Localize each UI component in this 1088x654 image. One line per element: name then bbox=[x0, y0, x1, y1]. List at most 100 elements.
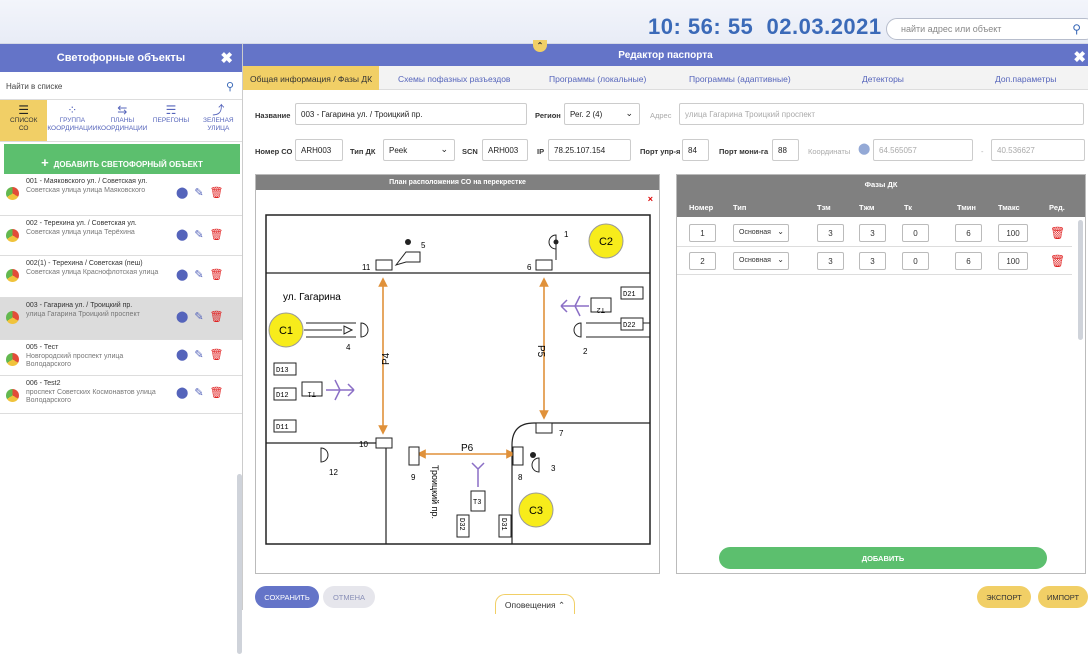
tmin-field[interactable]: 6 bbox=[955, 224, 982, 242]
location-pin-icon[interactable]: ⬤ bbox=[176, 348, 188, 361]
plan-frame bbox=[265, 214, 651, 545]
phase-type-select[interactable]: Основная ⌄ bbox=[733, 224, 789, 242]
edit-icon[interactable]: ✎ bbox=[194, 348, 203, 361]
list-item[interactable]: 006 - Test2 проспект Советских Космонавто… bbox=[0, 376, 242, 414]
trash-icon[interactable]: 🗑 bbox=[210, 268, 224, 281]
tzm-field[interactable]: 3 bbox=[817, 252, 844, 270]
tab-extra-params[interactable]: Доп.параметры bbox=[995, 66, 1056, 90]
tab-phase-schemes[interactable]: Схемы пофазных разъездов bbox=[398, 66, 510, 90]
address-label: Адрес bbox=[650, 111, 672, 120]
street-label-gagarina: ул. Гагарина bbox=[283, 292, 341, 303]
address-field[interactable]: улица Гагарина Троицкий проспект bbox=[679, 103, 1084, 125]
status-dot bbox=[6, 389, 19, 402]
location-pin-icon[interactable]: ⬤ bbox=[176, 268, 188, 281]
location-pin-icon[interactable]: ⬤ bbox=[176, 310, 188, 323]
close-editor-icon[interactable]: ✖ bbox=[1073, 48, 1086, 66]
longitude-field[interactable]: 40.536627 bbox=[991, 139, 1085, 161]
port-mon-field[interactable]: 88 bbox=[772, 139, 799, 161]
tmax-field[interactable]: 100 bbox=[998, 252, 1028, 270]
tk-field[interactable]: 0 bbox=[902, 252, 929, 270]
import-button[interactable]: ИМПОРТ bbox=[1038, 586, 1088, 608]
tab-label: СПИСОК bbox=[9, 117, 38, 124]
search-icon[interactable]: ⚲ bbox=[226, 80, 234, 93]
edit-icon[interactable]: ✎ bbox=[194, 310, 203, 323]
name-field[interactable]: 003 - Гагарина ул. / Троицкий пр. bbox=[295, 103, 527, 125]
edit-icon[interactable]: ✎ bbox=[194, 386, 203, 399]
notifications-tab[interactable]: Оповещения ⌃ bbox=[495, 594, 575, 614]
detector-label: D21 bbox=[623, 291, 636, 299]
intersection-plan: C1 C2 C3 ул. Гагарина Троицкий пр. P4 P5… bbox=[265, 214, 651, 545]
tmin-field[interactable]: 6 bbox=[955, 252, 982, 270]
tmax-field[interactable]: 100 bbox=[998, 224, 1028, 242]
number-field[interactable]: ARH003 bbox=[295, 139, 343, 161]
phase-type-select[interactable]: Основная ⌄ bbox=[733, 252, 789, 270]
list-item-subtitle: проспект Советских Космонавтов улица Вол… bbox=[26, 388, 156, 405]
type-label: Тип ДК bbox=[350, 147, 376, 156]
sidebar-scrollbar[interactable] bbox=[237, 474, 242, 654]
list-icon: ☰ bbox=[18, 103, 30, 117]
tzm-field[interactable]: 3 bbox=[817, 224, 844, 242]
location-pin-icon[interactable]: ⬤ bbox=[176, 386, 188, 399]
list-item-subtitle: Советская улица улица Терёхина bbox=[26, 228, 135, 236]
tab-segments[interactable]: ☴ ПЕРЕГОНЫ bbox=[147, 100, 194, 141]
add-traffic-object-button[interactable]: + ДОБАВИТЬ СВЕТОФОРНЫЙ ОБЪЕКТ bbox=[4, 144, 240, 174]
region-select[interactable]: Рег. 2 (4) ⌄ bbox=[564, 103, 640, 125]
tk-field[interactable]: 0 bbox=[902, 224, 929, 242]
port-ctrl-field[interactable]: 84 bbox=[682, 139, 709, 161]
latitude-field[interactable]: 64.565057 bbox=[873, 139, 973, 161]
location-pin-icon[interactable]: ⬤ bbox=[176, 228, 188, 241]
tab-programs-local[interactable]: Программы (локальные) bbox=[549, 66, 646, 90]
tab-coordination-group[interactable]: ⁘ ГРУППА КООРДИНАЦИИ bbox=[47, 100, 97, 141]
scn-field[interactable]: ARH003 bbox=[482, 139, 528, 161]
list-item[interactable]: 002 - Терехина ул. / Советская ул. Советс… bbox=[0, 216, 242, 256]
trash-icon[interactable]: 🗑 bbox=[1050, 254, 1065, 268]
trash-icon[interactable]: 🗑 bbox=[210, 386, 224, 399]
trash-icon[interactable]: 🗑 bbox=[210, 228, 224, 241]
close-sidebar-icon[interactable]: ✖ bbox=[220, 49, 233, 67]
detector-label: D11 bbox=[276, 424, 289, 432]
list-item-selected[interactable]: 003 - Гагарина ул. / Троицкий пр. улица Г… bbox=[0, 298, 242, 340]
trash-icon[interactable]: 🗑 bbox=[210, 348, 224, 361]
phase-type-value: Основная bbox=[739, 257, 771, 264]
list-item[interactable]: 001 - Маяковского ул. / Советская ул. Сов… bbox=[0, 174, 242, 216]
map-pin-icon[interactable]: ⬤ bbox=[858, 142, 870, 155]
phase-number-field[interactable]: 2 bbox=[689, 252, 716, 270]
edit-icon[interactable]: ✎ bbox=[194, 228, 203, 241]
save-button[interactable]: СОХРАНИТЬ bbox=[255, 586, 319, 608]
trash-icon[interactable]: 🗑 bbox=[210, 186, 224, 199]
phases-scrollbar[interactable] bbox=[1078, 220, 1083, 340]
tzhm-field[interactable]: 3 bbox=[859, 224, 886, 242]
signal-number: 5 bbox=[421, 241, 426, 250]
search-icon[interactable]: ⚲ bbox=[1072, 22, 1081, 36]
col-type: Тип bbox=[733, 203, 747, 212]
phase-number-field[interactable]: 1 bbox=[689, 224, 716, 242]
status-dot bbox=[6, 229, 19, 242]
location-pin-icon[interactable]: ⬤ bbox=[176, 186, 188, 199]
tab-list[interactable]: ☰ СПИСОК СО bbox=[0, 100, 48, 141]
type-select[interactable]: Peek ⌄ bbox=[383, 139, 455, 161]
ip-field[interactable]: 78.25.107.154 bbox=[548, 139, 631, 161]
add-phase-button[interactable]: ДОБАВИТЬ bbox=[719, 547, 1047, 569]
sidebar-search-input[interactable]: Найти в списке ⚲ bbox=[0, 72, 242, 100]
signal-number: 8 bbox=[518, 473, 523, 482]
cancel-button[interactable]: ОТМЕНА bbox=[323, 586, 375, 608]
trash-icon[interactable]: 🗑 bbox=[210, 310, 224, 323]
collapse-icon[interactable]: ⌃ bbox=[533, 40, 547, 52]
signal-number: 7 bbox=[559, 429, 564, 438]
tab-programs-adaptive[interactable]: Программы (адаптивные) bbox=[689, 66, 791, 90]
tab-label: ПЛАНЫ bbox=[110, 117, 135, 124]
global-search-input[interactable]: найти адрес или объект ⚲ bbox=[886, 18, 1088, 40]
col-tk: Тк bbox=[904, 203, 913, 212]
col-number: Номер bbox=[689, 203, 714, 212]
edit-icon[interactable]: ✎ bbox=[194, 268, 203, 281]
tzhm-field[interactable]: 3 bbox=[859, 252, 886, 270]
tab-coordination-plans[interactable]: ⇆ ПЛАНЫ КООРДИНАЦИИ bbox=[97, 100, 147, 141]
list-item[interactable]: 002(1) - Терехина / Советская (пеш) Совет… bbox=[0, 256, 242, 298]
tab-general-info[interactable]: Общая информация / Фазы ДК bbox=[243, 66, 380, 90]
trash-icon[interactable]: 🗑 bbox=[1050, 226, 1065, 240]
tab-detectors[interactable]: Детекторы bbox=[862, 66, 904, 90]
list-item[interactable]: 005 - Тест Новгородский проспект улица Во… bbox=[0, 340, 242, 376]
edit-icon[interactable]: ✎ bbox=[194, 186, 203, 199]
export-button[interactable]: ЭКСПОРТ bbox=[977, 586, 1031, 608]
tab-green-street[interactable]: ⤴ ЗЕЛЕНАЯ УЛИЦА bbox=[195, 100, 242, 141]
